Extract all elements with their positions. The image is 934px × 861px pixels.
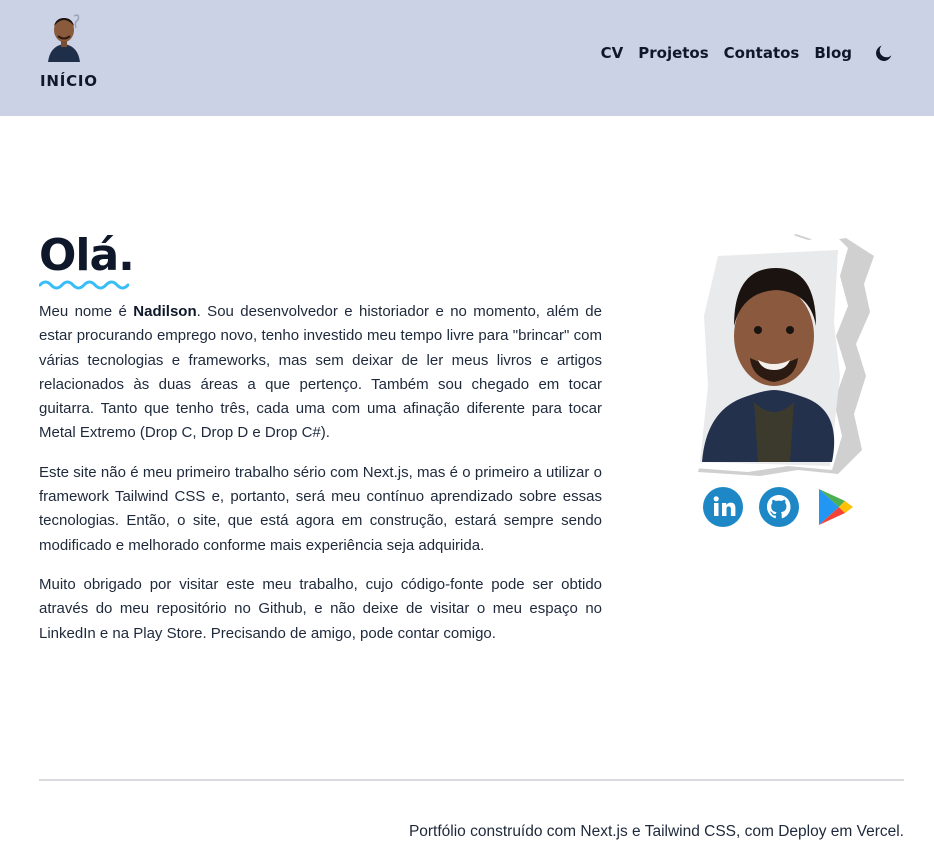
home-link[interactable]: INÍCIO xyxy=(38,12,98,92)
linkedin-link[interactable] xyxy=(702,486,744,528)
home-label: INÍCIO xyxy=(40,72,98,90)
moon-icon xyxy=(876,45,892,61)
site-header: INÍCIO CV Projetos Contatos Blog xyxy=(0,0,934,116)
avatar xyxy=(48,14,80,62)
author-name: Nadilson xyxy=(133,303,197,320)
bio-text: Meu nome é Nadilson. Sou desenvolvedor e… xyxy=(39,300,602,661)
github-link[interactable] xyxy=(758,486,800,528)
bio-intro-rest: . Sou desenvolvedor e historiador e no m… xyxy=(39,303,602,442)
footer-divider xyxy=(39,779,904,781)
play-store-link[interactable] xyxy=(814,486,856,528)
wave-underline xyxy=(39,280,129,290)
footer-credits: Portfólio construído com Next.js e Tailw… xyxy=(408,823,904,840)
github-icon xyxy=(759,487,799,527)
bio-intro: Meu nome é xyxy=(39,303,134,320)
nav-contatos[interactable]: Contatos xyxy=(724,44,800,62)
main-nav: CV Projetos Contatos Blog xyxy=(601,38,896,68)
nav-projetos[interactable]: Projetos xyxy=(638,44,708,62)
bio-paragraph-1: Meu nome é Nadilson. Sou desenvolvedor e… xyxy=(39,300,602,446)
nav-cv[interactable]: CV xyxy=(601,44,624,62)
bio-paragraph-3: Muito obrigado por visitar este meu trab… xyxy=(39,575,602,642)
profile-portrait xyxy=(694,232,874,476)
play-store-icon xyxy=(819,489,853,525)
greeting-heading: Olá. xyxy=(39,230,135,281)
bio-paragraph-2: Este site não é meu primeiro trabalho sé… xyxy=(39,463,602,554)
theme-toggle-button[interactable] xyxy=(872,41,896,65)
social-links xyxy=(702,486,870,528)
nav-blog[interactable]: Blog xyxy=(814,44,852,62)
linkedin-icon xyxy=(703,487,743,527)
